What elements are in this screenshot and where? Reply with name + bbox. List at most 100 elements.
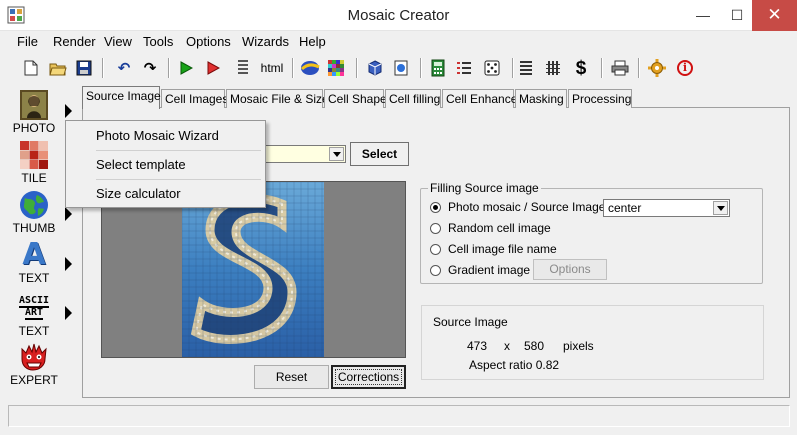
source-unit: pixels <box>563 339 594 353</box>
mode-photo-label: PHOTO <box>12 121 56 135</box>
globe-icon <box>19 190 49 220</box>
info-icon[interactable]: i <box>674 57 696 79</box>
mode-tile-label: TILE <box>21 171 47 185</box>
menu-view[interactable]: View <box>104 34 132 49</box>
globe-render-icon[interactable] <box>299 57 321 79</box>
tab-cell-enhance[interactable]: Cell Enhance <box>442 89 517 108</box>
monster-icon <box>19 342 49 372</box>
letter-a-icon: A <box>19 240 49 270</box>
menu-file[interactable]: File <box>17 34 38 49</box>
mode-text-label: TEXT <box>18 271 50 285</box>
radio-photo-mosaic[interactable] <box>430 202 441 213</box>
filling-legend: Filling Source image <box>428 181 541 195</box>
mode-thumb-label: THUMB <box>12 221 56 235</box>
tab-cell-shape[interactable]: Cell Shape <box>324 89 387 108</box>
render-red-icon[interactable] <box>202 57 224 79</box>
source-info-heading: Source Image <box>433 315 508 329</box>
radio-random-cell[interactable] <box>430 223 441 234</box>
dice-icon[interactable] <box>481 57 503 79</box>
redo-icon[interactable]: ↷ <box>139 57 161 79</box>
printer-icon[interactable] <box>609 57 631 79</box>
template-dropdown-button[interactable] <box>329 147 344 161</box>
menu-bar: File Render View Tools Options Wizards H… <box>0 31 797 52</box>
source-info-panel: Source Image 473 x 580 pixels Aspect rat… <box>421 305 764 380</box>
dollar-icon[interactable]: $ <box>570 57 592 79</box>
select-template-button[interactable]: Select <box>350 142 409 166</box>
gradient-options-button[interactable]: Options <box>533 259 607 280</box>
menu-tools[interactable]: Tools <box>143 34 173 49</box>
tab-masking[interactable]: Masking <box>515 89 567 108</box>
grid-icon[interactable] <box>542 57 564 79</box>
menu-item-photo-mosaic-wizard[interactable]: Photo Mosaic Wizard <box>96 128 219 143</box>
html-export-icon[interactable]: html <box>259 57 285 79</box>
source-height: 580 <box>524 339 545 353</box>
fill-position-dropdown-button[interactable] <box>713 201 728 215</box>
tab-source-image[interactable]: Source Image <box>82 86 161 109</box>
settings-gear-icon[interactable] <box>646 57 668 79</box>
tile-grid-icon <box>19 140 49 170</box>
chevron-down-icon <box>332 151 341 157</box>
mode-photo[interactable]: PHOTO <box>10 90 58 138</box>
fill-position-combo[interactable]: center <box>603 199 730 217</box>
fill-position-value: center <box>608 201 642 215</box>
source-width: 473 <box>467 339 488 353</box>
menu-item-size-calculator[interactable]: Size calculator <box>96 186 181 201</box>
menu-help[interactable]: Help <box>299 34 326 49</box>
render-green-icon[interactable] <box>175 57 197 79</box>
undo-icon[interactable]: ↶ <box>113 57 135 79</box>
corrections-label: Corrections <box>334 369 403 385</box>
mode-photo-arrow-icon[interactable] <box>65 104 72 118</box>
batch-list-icon[interactable] <box>232 57 254 79</box>
tab-mosaic-file-size[interactable]: Mosaic File & Size <box>226 89 329 108</box>
menu-options[interactable]: Options <box>186 34 231 49</box>
ascii-art-icon: ASCII ART <box>18 293 50 323</box>
tab-cell-images[interactable]: Cell Images <box>161 89 228 108</box>
mode-thumb[interactable]: THUMB <box>10 190 58 238</box>
calculator-icon[interactable] <box>427 57 449 79</box>
template-combo[interactable] <box>265 145 346 163</box>
source-times: x <box>504 339 510 353</box>
mode-expert[interactable]: EXPERT <box>10 342 58 390</box>
radio-photo-mosaic-label[interactable]: Photo mosaic / Source Image <box>448 200 605 214</box>
aspect-ratio: Aspect ratio 0.82 <box>469 358 560 372</box>
menu-wizards[interactable]: Wizards <box>242 34 289 49</box>
mode-ascii-text-label: TEXT <box>18 324 50 338</box>
mode-thumb-arrow-icon[interactable] <box>65 207 72 221</box>
window-title: Mosaic Creator <box>347 7 450 24</box>
radio-gradient-image[interactable] <box>430 265 441 276</box>
open-folder-icon[interactable] <box>47 57 69 79</box>
mode-tile[interactable]: TILE <box>10 140 58 188</box>
source-image <box>182 182 324 357</box>
corrections-button[interactable]: Corrections <box>331 365 406 389</box>
info-label: i <box>677 60 693 76</box>
mona-lisa-icon <box>19 90 49 120</box>
mode-ascii-text[interactable]: ASCII ART TEXT <box>10 293 58 341</box>
mode-text-arrow-icon[interactable] <box>65 257 72 271</box>
web-page-icon[interactable] <box>390 57 412 79</box>
tab-cell-filling[interactable]: Cell filling <box>385 89 441 108</box>
radio-cell-file-name[interactable] <box>430 244 441 255</box>
mode-text[interactable]: A TEXT <box>10 240 58 288</box>
menu-item-select-template[interactable]: Select template <box>96 157 186 172</box>
menu-render[interactable]: Render <box>53 34 96 49</box>
mode-ascii-arrow-icon[interactable] <box>65 306 72 320</box>
title-bar[interactable]: Mosaic Creator — ☐ ✕ <box>0 0 797 31</box>
save-icon[interactable] <box>73 57 95 79</box>
ascii-bottom-glyph: ART <box>24 307 44 320</box>
radio-random-cell-label[interactable]: Random cell image <box>448 221 551 235</box>
close-button[interactable]: ✕ <box>752 0 797 31</box>
tab-processing[interactable]: Processing <box>568 89 632 108</box>
maximize-button[interactable]: ☐ <box>720 0 754 31</box>
color-grid-icon[interactable] <box>325 57 347 79</box>
photo-wizard-menu: Photo Mosaic Wizard Select template Size… <box>65 120 266 208</box>
tab-strip: Source Image Cell Images Mosaic File & S… <box>82 86 722 109</box>
radio-cell-file-name-label[interactable]: Cell image file name <box>448 242 557 256</box>
cube-icon[interactable] <box>364 57 386 79</box>
lines-icon[interactable] <box>515 57 537 79</box>
reset-button[interactable]: Reset <box>254 365 329 389</box>
toolbar: ↶ ↷ html $ i <box>10 53 790 83</box>
checklist-icon[interactable] <box>453 57 475 79</box>
new-file-icon[interactable] <box>20 57 42 79</box>
radio-gradient-image-label[interactable]: Gradient image <box>448 263 530 277</box>
minimize-button[interactable]: — <box>686 0 720 31</box>
